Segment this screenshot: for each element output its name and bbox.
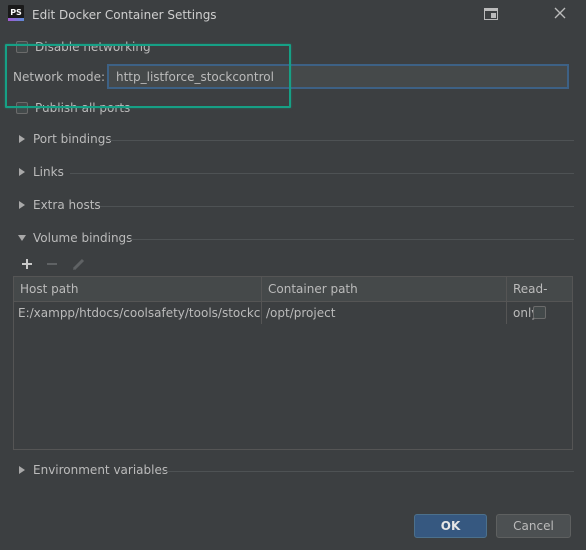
column-host-path[interactable]: Host path [14, 277, 262, 301]
close-icon[interactable] [553, 6, 567, 20]
highlight-box [5, 44, 291, 108]
cancel-button[interactable]: Cancel [496, 514, 571, 538]
section-divider [110, 140, 574, 141]
title-bar: PS Edit Docker Container Settings [0, 0, 586, 30]
restore-window-icon[interactable] [484, 8, 498, 20]
section-extra-hosts[interactable]: Extra hosts [18, 198, 574, 214]
chevron-right-icon [19, 201, 25, 209]
section-divider [160, 471, 574, 472]
phpstorm-icon: PS [8, 5, 24, 21]
minus-icon[interactable] [43, 255, 61, 273]
chevron-down-icon [18, 235, 26, 241]
section-environment-variables[interactable]: Environment variables [18, 463, 574, 479]
section-environment-variables-label: Environment variables [33, 463, 169, 477]
chevron-right-icon [19, 135, 25, 143]
table-header: Host path Container path Read-only [14, 277, 572, 320]
table-row[interactable]: E:/xampp/htdocs/coolsafety/tools/stockco… [14, 302, 572, 324]
section-port-bindings[interactable]: Port bindings [18, 132, 574, 148]
window-title: Edit Docker Container Settings [32, 8, 217, 22]
plus-icon[interactable] [18, 255, 36, 273]
ok-button[interactable]: OK [414, 514, 487, 538]
section-port-bindings-label: Port bindings [33, 132, 112, 146]
section-divider [70, 173, 574, 174]
column-container-path[interactable]: Container path [262, 277, 507, 301]
volume-toolbar [14, 253, 572, 275]
host-path-cell[interactable]: E:/xampp/htdocs/coolsafety/tools/stockco… [14, 302, 262, 324]
section-links-label: Links [33, 165, 64, 179]
section-volume-bindings[interactable]: Volume bindings [18, 231, 574, 247]
section-extra-hosts-label: Extra hosts [33, 198, 101, 212]
chevron-right-icon [19, 466, 25, 474]
section-divider [100, 206, 574, 207]
container-path-cell[interactable]: /opt/project [262, 302, 507, 324]
chevron-right-icon [19, 168, 25, 176]
section-links[interactable]: Links [18, 165, 574, 181]
section-volume-bindings-label: Volume bindings [33, 231, 133, 245]
section-divider [130, 239, 574, 240]
read-only-checkbox[interactable] [533, 306, 546, 319]
column-read-only[interactable]: Read-only [507, 277, 572, 320]
volume-bindings-table: Host path Container path Read-only E:/xa… [13, 276, 573, 450]
pencil-icon[interactable] [70, 255, 88, 273]
